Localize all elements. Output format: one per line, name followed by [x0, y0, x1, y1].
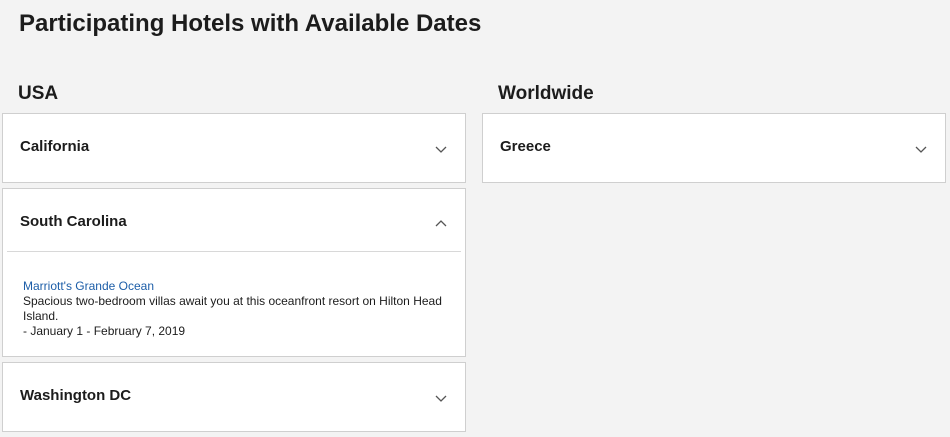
region-heading-usa: USA: [18, 83, 59, 104]
accordion-header-greece[interactable]: Greece: [483, 114, 945, 182]
page-title: Participating Hotels with Available Date…: [19, 10, 482, 37]
hotel-description: Spacious two-bedroom villas await you at…: [23, 294, 442, 323]
accordion-header-south-carolina[interactable]: South Carolina: [7, 189, 461, 252]
region-heading-worldwide: Worldwide: [498, 83, 594, 104]
accordion-item-south-carolina: South Carolina Marriott's Grande Ocean S…: [2, 188, 466, 357]
accordion-title: South Carolina: [20, 213, 127, 230]
worldwide-column: Worldwide Greece: [482, 82, 946, 188]
hotel-dates: - January 1 - February 7, 2019: [23, 324, 186, 338]
chevron-down-icon: [435, 146, 447, 153]
accordion-title: Washington DC: [20, 387, 132, 404]
usa-column: USA California South Carolina Marriott's…: [2, 82, 466, 437]
accordion-item-california: California: [2, 113, 466, 183]
accordion-header-california[interactable]: California: [3, 114, 465, 182]
accordion-panel-south-carolina: Marriott's Grande Ocean Spacious two-bed…: [3, 252, 465, 356]
hotel-link[interactable]: Marriott's Grande Ocean: [23, 279, 445, 294]
accordion-title: California: [20, 138, 90, 155]
worldwide-accordion: Greece: [482, 113, 946, 183]
accordion-item-washington-dc: Washington DC: [2, 362, 466, 432]
chevron-down-icon: [915, 146, 927, 153]
chevron-up-icon: [435, 220, 447, 227]
chevron-down-icon: [435, 395, 447, 402]
accordion-item-greece: Greece: [482, 113, 946, 183]
accordion-header-washington-dc[interactable]: Washington DC: [3, 363, 465, 431]
accordion-title: Greece: [500, 138, 551, 155]
usa-accordion: California South Carolina Marriott's Gra…: [2, 113, 466, 432]
